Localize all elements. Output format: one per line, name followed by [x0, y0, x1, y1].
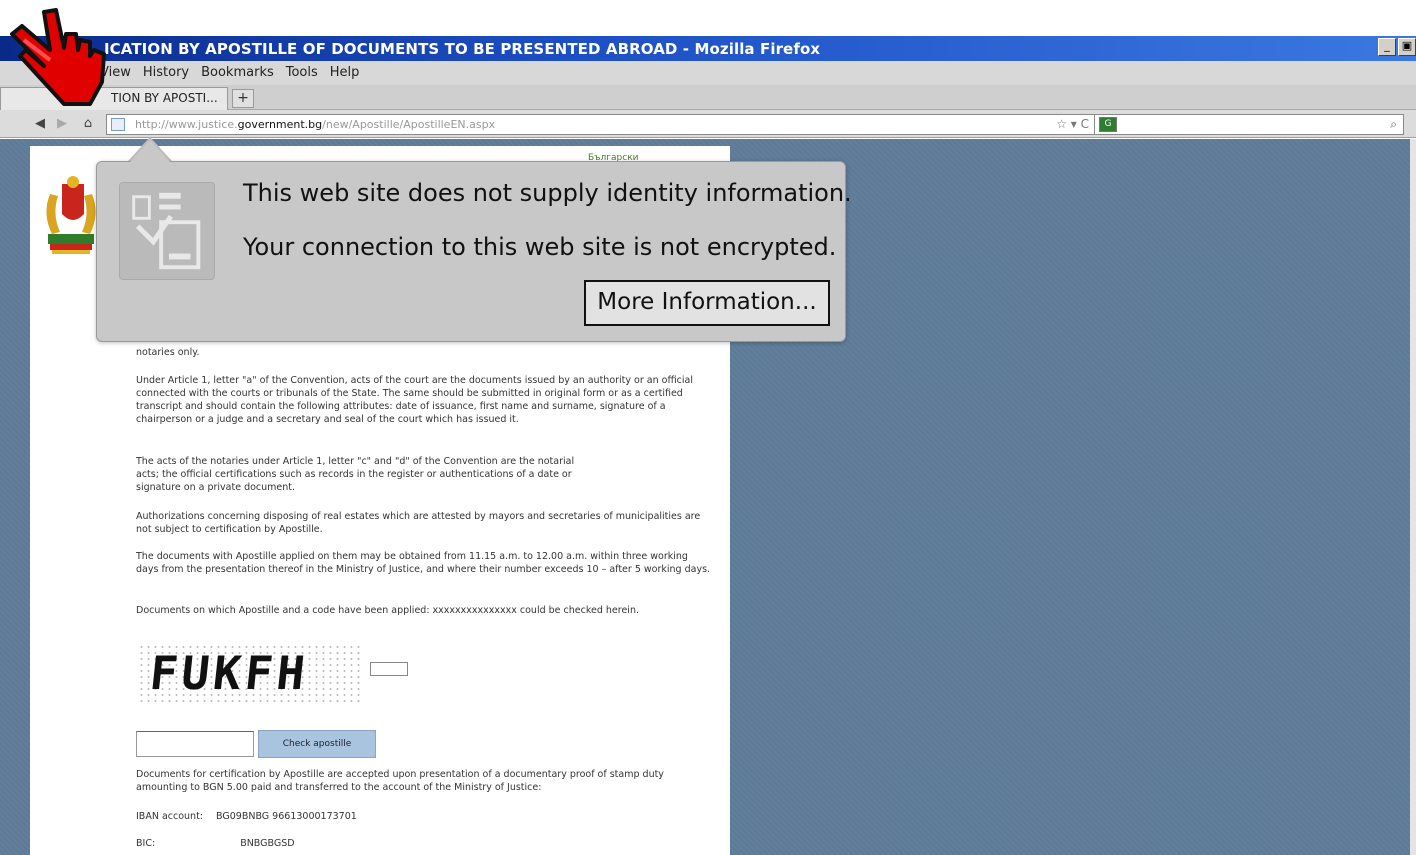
unverified-identity-icon: [119, 182, 215, 280]
menu-bookmarks[interactable]: Bookmarks: [201, 65, 274, 80]
bic-label: BIC:: [136, 838, 156, 849]
paragraph-acts-of-notaries: The acts of the notaries under Article 1…: [136, 456, 575, 493]
paragraph-check-code: Documents on which Apostille and a code …: [136, 605, 639, 616]
iban-value: BG09BNBG 96613000173701: [216, 811, 357, 822]
paragraph-authorizations: Authorizations concerning disposing of r…: [136, 511, 701, 535]
search-bar[interactable]: G ⌕: [1094, 114, 1404, 135]
window-controls: _ ▣: [1378, 38, 1416, 56]
search-icon[interactable]: ⌕: [1390, 117, 1397, 132]
identity-message: This web site does not supply identity i…: [243, 179, 852, 207]
window-titlebar: ICATION BY APOSTILLE OF DOCUMENTS TO BE …: [0, 36, 1416, 61]
paragraph-acts-of-court: Under Article 1, letter "a" of the Conve…: [136, 375, 693, 425]
apostille-code-input[interactable]: [136, 731, 254, 757]
identity-popup: This web site does not supply identity i…: [96, 161, 852, 342]
bic-value: BNBGBGSD: [240, 838, 295, 849]
more-information-button[interactable]: More Information...: [584, 280, 830, 326]
new-tab-button[interactable]: +: [232, 89, 254, 108]
paragraph-collection-times: The documents with Apostille applied on …: [136, 551, 711, 575]
menu-tools[interactable]: Tools: [286, 65, 318, 80]
restore-button[interactable]: ▣: [1398, 38, 1416, 56]
encryption-message: Your connection to this web site is not …: [243, 233, 837, 261]
iban-row: IBAN account: BG09BNBG 96613000173701: [136, 810, 357, 823]
paragraph-stamp-duty: Documents for certification by Apostille…: [136, 769, 664, 793]
bookmark-star-icon[interactable]: ☆ ▾ C: [1056, 117, 1089, 131]
captcha-text: FUKFH: [147, 646, 312, 700]
popup-arrow-inner: [130, 140, 170, 162]
iban-label: IBAN account:: [136, 811, 203, 822]
url-text[interactable]: http://www.justice.government.bg/new/Apo…: [135, 118, 495, 131]
menu-history[interactable]: History: [143, 65, 189, 80]
captcha-input[interactable]: [370, 662, 408, 676]
forward-arrow-icon[interactable]: ▶: [54, 116, 70, 132]
menu-bar: View History Bookmarks Tools Help: [0, 61, 1416, 85]
home-icon[interactable]: ⌂: [80, 116, 96, 132]
url-bar[interactable]: http://www.justice.government.bg/new/Apo…: [106, 114, 1096, 135]
navigation-bar: ◀ ▶ ⌂ http://www.justice.government.bg/n…: [0, 110, 1416, 138]
check-apostille-button[interactable]: Check apostille: [258, 730, 376, 758]
bic-row: BIC: BNBGBGSD: [136, 837, 295, 850]
scrollbar[interactable]: [1410, 139, 1416, 855]
minimize-button[interactable]: _: [1378, 38, 1396, 56]
site-identity-icon[interactable]: [111, 118, 125, 131]
window-title: ICATION BY APOSTILLE OF DOCUMENTS TO BE …: [104, 40, 821, 58]
captcha-image: FUKFH: [138, 644, 360, 702]
back-arrow-icon[interactable]: ◀: [32, 116, 48, 132]
menu-help[interactable]: Help: [330, 65, 360, 80]
paragraph-notaries: notaries only.: [136, 347, 200, 358]
coat-of-arms-icon: [46, 176, 96, 254]
hand-pointer-icon: [10, 8, 106, 106]
tab-strip: TION BY APOSTI... +: [0, 85, 1416, 110]
search-engine-icon[interactable]: G: [1099, 117, 1117, 132]
